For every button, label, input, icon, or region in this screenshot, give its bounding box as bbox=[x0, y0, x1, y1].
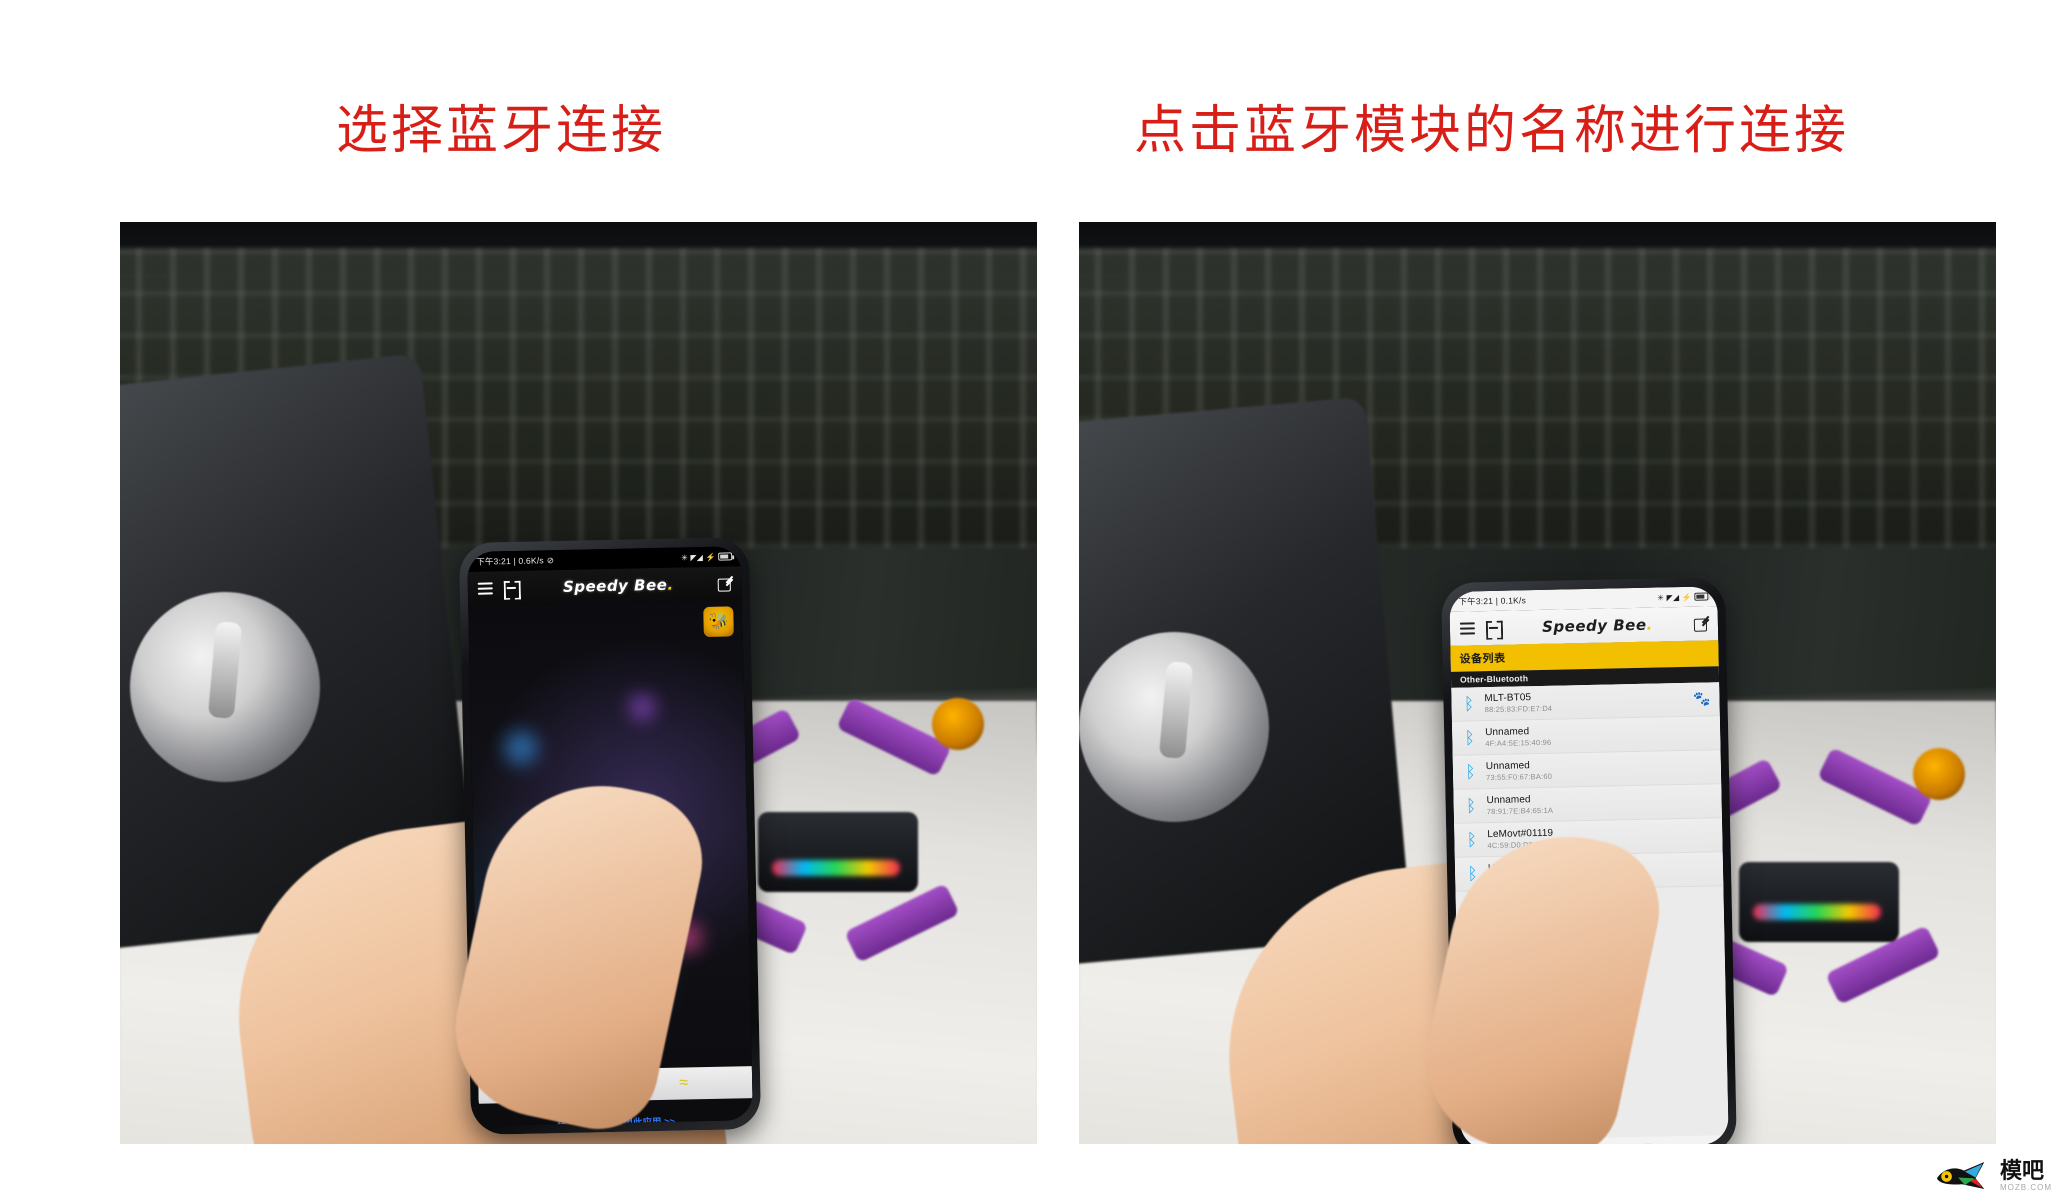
device-row[interactable]: ᛒ Unnamed 4F:A4:5E:15:40:96 bbox=[1451, 716, 1721, 756]
photo-left-bluetooth-home: 下午3:21 | 0.6K/s ⊘ ✳ ◤◢ ⚡ Speedy Bee. 🐝 ≈ bbox=[120, 222, 1037, 1144]
bluetooth-icon: ᛒ bbox=[1463, 694, 1475, 714]
paw-icon: 🐾 bbox=[1692, 690, 1711, 707]
battery-icon bbox=[718, 552, 733, 561]
drone-led-strip bbox=[1753, 904, 1881, 920]
device-row[interactable]: ᛒ MLT-BT05 88:25:83:FD:E7:D4 🐾 bbox=[1451, 682, 1720, 722]
wifi-icon: ≈ bbox=[679, 1074, 689, 1092]
status-time-text: 下午3:21 | 0.6K/s bbox=[476, 555, 544, 567]
bokeh bbox=[503, 730, 539, 766]
edit-note-icon[interactable] bbox=[1694, 616, 1708, 630]
edit-note-icon[interactable] bbox=[718, 576, 732, 590]
page-title-left: 选择蓝牙连接 bbox=[336, 103, 667, 160]
bluetooth-icon: ᛒ bbox=[1466, 830, 1478, 850]
device-row[interactable]: ᛒ Unnamed 78:91:7E:B4:65:1A bbox=[1453, 784, 1722, 824]
status-time-network: 下午3:21 | 0.1K/s bbox=[1458, 594, 1526, 607]
status-icons: ✳ ◤◢ ⚡ bbox=[680, 552, 733, 562]
page-title-right: 点击蓝牙模块的名称进行连接 bbox=[1134, 103, 1850, 160]
hamburger-menu-icon[interactable] bbox=[477, 582, 493, 595]
bird-logo-icon bbox=[1936, 1161, 1985, 1190]
device-texts: Unnamed 73:55:F0:67:BA:60 bbox=[1486, 756, 1712, 782]
hamburger-menu-icon[interactable] bbox=[1459, 622, 1476, 635]
drone-arm bbox=[1817, 747, 1933, 827]
drone-stack bbox=[758, 812, 918, 892]
drone-led-strip bbox=[772, 860, 900, 876]
watermark: 模吧 MOZB.COM bbox=[1934, 1159, 2052, 1193]
status-signal-icons: ✳ ◤◢ ⚡ bbox=[680, 552, 716, 562]
bluetooth-icon: ᛒ bbox=[1465, 762, 1476, 782]
drone-arm bbox=[844, 883, 960, 963]
status-signal-icons: ✳ ◤◢ ⚡ bbox=[1657, 592, 1692, 603]
qr-scan-icon[interactable] bbox=[1486, 620, 1501, 635]
watermark-en: MOZB.COM bbox=[2000, 1183, 2052, 1192]
slide-root: 选择蓝牙连接 点击蓝牙模块的名称进行连接 下午3:21 | 0.6K/s ⊘ ✳… bbox=[0, 0, 2068, 1203]
app-bar-left: Speedy Bee. bbox=[467, 566, 743, 606]
status-time-text: 下午3:21 | 0.1K/s bbox=[1458, 595, 1527, 607]
drone-stack bbox=[1739, 862, 1899, 942]
qr-scan-icon[interactable] bbox=[504, 580, 519, 595]
status-time-network: 下午3:21 | 0.6K/s ⊘ bbox=[476, 554, 554, 568]
do-not-disturb-icon: ⊘ bbox=[546, 554, 555, 565]
battery-icon bbox=[1694, 592, 1709, 601]
bee-badge-icon: 🐝 bbox=[703, 606, 734, 637]
app-brand-logo: Speedy Bee. bbox=[1512, 615, 1683, 637]
photo-right-device-list: 下午3:21 | 0.1K/s ✳ ◤◢ ⚡ Speedy Bee. 设备列表 … bbox=[1079, 222, 1996, 1144]
device-row[interactable]: ᛒ Unnamed 73:55:F0:67:BA:60 bbox=[1452, 750, 1722, 790]
watermark-text: 模吧 MOZB.COM bbox=[2000, 1160, 2052, 1192]
bluetooth-icon: ᛒ bbox=[1465, 796, 1477, 816]
drone-arm bbox=[836, 697, 952, 777]
device-texts: Unnamed 4F:A4:5E:15:40:96 bbox=[1485, 722, 1711, 748]
drone-motor bbox=[1913, 748, 1965, 800]
brand-accent-dot: . bbox=[1646, 615, 1653, 634]
app-bar-right: Speedy Bee. bbox=[1449, 606, 1719, 646]
app-brand-logo: Speedy Bee. bbox=[530, 575, 707, 597]
device-texts: MLT-BT05 88:25:83:FD:E7:D4 bbox=[1484, 689, 1684, 714]
bluetooth-icon: ᛒ bbox=[1464, 728, 1476, 748]
watermark-cn: 模吧 bbox=[2000, 1158, 2045, 1183]
brand-accent-dot: . bbox=[667, 575, 674, 594]
bokeh bbox=[628, 693, 656, 721]
brand-text: Speedy Bee bbox=[562, 575, 668, 596]
brand-text: Speedy Bee bbox=[1541, 615, 1647, 636]
status-icons: ✳ ◤◢ ⚡ bbox=[1657, 592, 1709, 603]
device-texts: Unnamed 78:91:7E:B4:65:1A bbox=[1486, 790, 1712, 816]
drone-motor bbox=[932, 698, 984, 750]
